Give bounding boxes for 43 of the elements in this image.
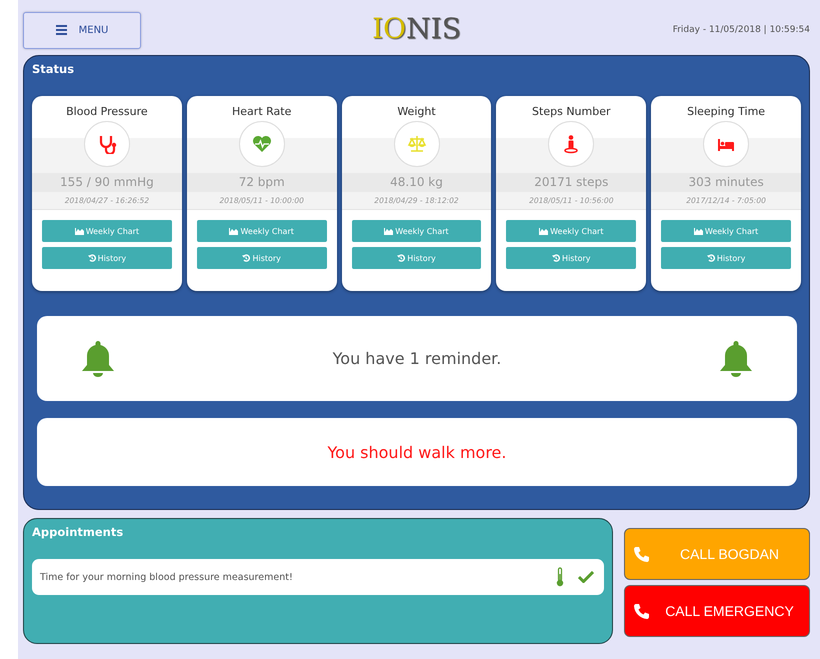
reminder-text: You have 1 reminder. <box>332 349 502 368</box>
bell-icon <box>81 340 115 376</box>
call-button[interactable]: CALL EMERGENCY <box>624 585 810 637</box>
history-button[interactable]: History <box>661 247 791 269</box>
history-button[interactable]: History <box>196 247 327 269</box>
section-title: Status <box>32 62 74 76</box>
appointment-item[interactable]: Time for your morning blood pressure measurement! <box>32 559 604 595</box>
menu-icon <box>56 25 67 35</box>
weekly-chart-button[interactable]: Weekly Chart <box>506 220 636 242</box>
card-title: Blood Pressure <box>66 105 148 120</box>
history-icon <box>242 254 250 262</box>
area-chart-icon <box>539 228 548 234</box>
appointment-text: Time for your morning blood pressure measurement! <box>40 572 293 582</box>
area-chart-icon <box>384 228 394 234</box>
section-title: Appointments <box>32 525 124 539</box>
history-button[interactable]: History <box>42 247 172 269</box>
card-title: Sleeping Time <box>687 105 766 120</box>
card-title: Heart Rate <box>232 105 292 120</box>
area-chart-icon <box>74 228 84 234</box>
history-icon <box>552 254 560 262</box>
weekly-chart-button[interactable]: Weekly Chart <box>352 220 482 242</box>
history-icon <box>706 254 715 262</box>
card-title: Weight <box>397 105 436 120</box>
weekly-chart-button[interactable]: Weekly Chart <box>196 220 327 242</box>
thermometer-icon <box>556 567 564 587</box>
bell-icon <box>719 340 753 376</box>
logo: IONIS <box>372 12 461 45</box>
area-chart-icon <box>229 228 238 234</box>
checkmark-icon[interactable] <box>578 571 594 583</box>
history-icon <box>88 254 96 262</box>
menu-button[interactable]: MENU <box>23 12 141 48</box>
history-icon <box>397 254 406 262</box>
advice-text: You should walk more. <box>328 442 506 462</box>
phone-icon <box>633 602 650 620</box>
date-time: Friday - 11/05/2018 | 10:59:54 <box>672 25 810 35</box>
history-button[interactable]: History <box>506 247 636 269</box>
history-button[interactable]: History <box>352 247 482 269</box>
phone-icon <box>633 546 650 562</box>
weekly-chart-button[interactable]: Weekly Chart <box>42 220 172 242</box>
card-title: Steps Number <box>532 105 611 120</box>
area-chart-icon <box>694 228 703 234</box>
weekly-chart-button[interactable]: Weekly Chart <box>661 220 791 242</box>
call-button[interactable]: CALL BOGDAN <box>624 528 810 580</box>
